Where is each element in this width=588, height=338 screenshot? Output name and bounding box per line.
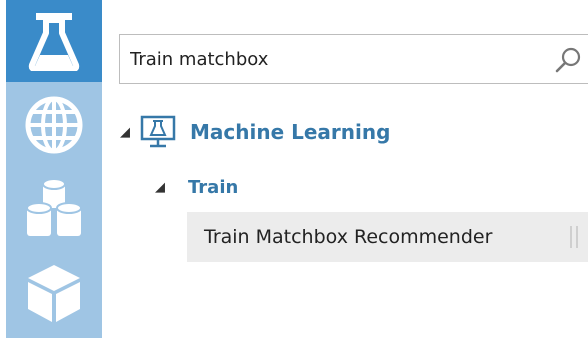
module-label: Train Matchbox Recommender <box>204 226 493 248</box>
tree-subcategory-train[interactable]: ◢ Train <box>155 175 238 199</box>
search-icon[interactable] <box>554 46 582 74</box>
flask-icon <box>28 13 80 71</box>
tree-category-machine-learning[interactable]: ◢ Machine Learning <box>120 115 390 149</box>
subcategory-label: Train <box>188 176 239 198</box>
web-services-nav-button[interactable] <box>6 84 102 166</box>
drag-handle-icon[interactable] <box>570 226 578 248</box>
search-input[interactable] <box>120 35 540 83</box>
module-item-train-matchbox-recommender[interactable]: Train Matchbox Recommender <box>187 212 588 262</box>
cube-icon <box>28 265 80 322</box>
datasets-icon <box>26 178 82 236</box>
trained-models-nav-button[interactable] <box>6 252 102 334</box>
collapse-caret-icon[interactable]: ◢ <box>120 125 130 140</box>
globe-icon <box>25 96 83 154</box>
experiments-nav-button[interactable] <box>6 0 102 82</box>
collapse-caret-icon[interactable]: ◢ <box>155 180 165 195</box>
datasets-nav-button[interactable] <box>6 168 102 250</box>
left-nav-rail <box>6 0 102 338</box>
ml-monitor-icon <box>140 115 176 148</box>
module-search-box <box>119 34 588 84</box>
category-label: Machine Learning <box>190 120 391 144</box>
